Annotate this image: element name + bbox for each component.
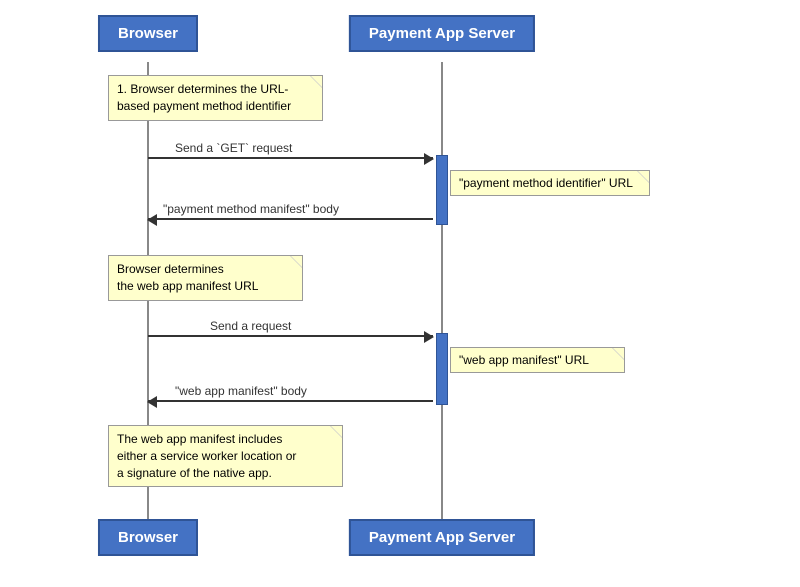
server-activation-2 xyxy=(436,333,448,405)
server-actor-bottom: Payment App Server xyxy=(349,519,535,556)
note-1-text: 1. Browser determines the URL-based paym… xyxy=(117,82,291,113)
server-note-2-text: "web app manifest" URL xyxy=(459,353,589,367)
browser-label-bottom: Browser xyxy=(118,529,178,546)
note-3-text: The web app manifest includeseither a se… xyxy=(117,432,296,480)
arrow-webapp-body xyxy=(148,400,433,402)
browser-actor-bottom: Browser xyxy=(98,519,198,556)
arrow-webapp-label: "web app manifest" body xyxy=(175,384,307,398)
browser-label-top: Browser xyxy=(118,25,178,42)
server-label-top: Payment App Server xyxy=(369,25,515,42)
arrow-send-label: Send a request xyxy=(210,319,291,333)
note-2: Browser determinesthe web app manifest U… xyxy=(108,255,303,301)
arrow-manifest-body xyxy=(148,218,433,220)
server-note-1: "payment method identifier" URL xyxy=(450,170,650,196)
server-note-1-text: "payment method identifier" URL xyxy=(459,176,633,190)
note-1: 1. Browser determines the URL-based paym… xyxy=(108,75,323,121)
arrow-send-request xyxy=(148,335,433,337)
server-label-bottom: Payment App Server xyxy=(369,529,515,546)
server-lifeline xyxy=(441,62,443,522)
arrow-get-label: Send a `GET` request xyxy=(175,141,292,155)
note-2-text: Browser determinesthe web app manifest U… xyxy=(117,262,258,293)
browser-actor-top: Browser xyxy=(98,15,198,52)
note-3: The web app manifest includeseither a se… xyxy=(108,425,343,487)
server-actor-top: Payment App Server xyxy=(349,15,535,52)
arrow-manifest-label: "payment method manifest" body xyxy=(163,202,339,216)
server-note-2: "web app manifest" URL xyxy=(450,347,625,373)
server-activation-1 xyxy=(436,155,448,225)
arrow-get-request xyxy=(148,157,433,159)
